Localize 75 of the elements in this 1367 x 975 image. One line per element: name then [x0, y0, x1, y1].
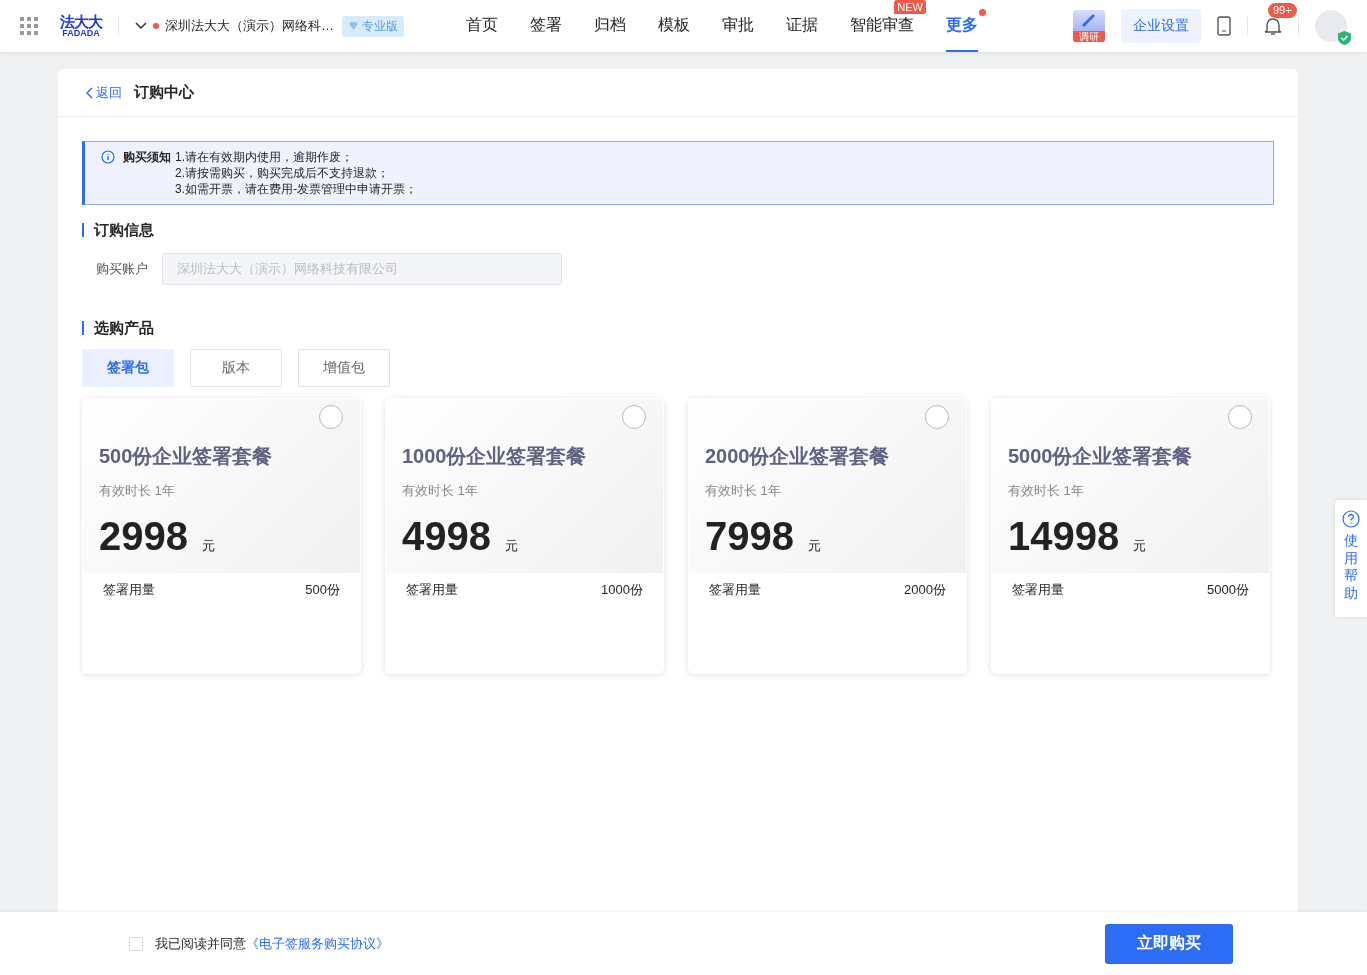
usage-label: 签署用量 — [1012, 581, 1064, 599]
help-tab[interactable]: 使用帮助 — [1335, 500, 1367, 617]
validity-text: 有效时长 1年 — [99, 482, 176, 500]
help-label: 使用帮助 — [1344, 532, 1358, 602]
logo[interactable]: 法大大 FADADA — [60, 14, 102, 38]
diamond-icon — [348, 21, 359, 31]
notice-line: 1.请在有效期内使用，逾期作废； — [175, 149, 354, 165]
nav-tab[interactable]: 审批 — [722, 16, 754, 52]
package-card[interactable]: 5000份企业签署套餐 有效时长 1年 14998 元 签署用量 5000份 — [991, 398, 1270, 674]
validity-text: 有效时长 1年 — [402, 482, 479, 500]
notice-line: 2.请按需购买，购买完成后不支持退款； — [175, 165, 390, 181]
nav-tab[interactable]: 首页 — [466, 16, 498, 52]
logo-subtext: FADADA — [62, 29, 100, 38]
page-title: 订购中心 — [134, 83, 194, 102]
nav-tab[interactable]: 证据 — [786, 16, 818, 52]
notice-line: 3.如需开票，请在费用-发票管理中申请开票； — [175, 181, 418, 197]
status-dot — [153, 23, 159, 29]
bell-button[interactable] — [1264, 16, 1282, 36]
info-icon — [101, 150, 115, 164]
new-badge: NEW — [894, 0, 926, 14]
agreement-link[interactable]: 《电子签服务购买协议》 — [246, 934, 389, 953]
help-icon — [1342, 510, 1360, 528]
usage-value: 5000份 — [1207, 581, 1249, 599]
price: 14998 — [1008, 514, 1120, 559]
chevron-down-icon — [135, 22, 147, 30]
product-tab[interactable]: 增值包 — [298, 349, 390, 387]
package-card[interactable]: 500份企业签署套餐 有效时长 1年 2998 元 签署用量 500份 — [82, 398, 361, 674]
usage-value: 500份 — [305, 581, 340, 599]
package-card[interactable]: 1000份企业签署套餐 有效时长 1年 4998 元 签署用量 1000份 — [385, 398, 664, 674]
settings-button[interactable]: 企业设置 — [1121, 9, 1201, 43]
price-unit: 元 — [808, 537, 821, 555]
bell-icon — [1264, 16, 1282, 36]
product-tab[interactable]: 签署包 — [82, 349, 174, 387]
company-switcher[interactable]: 深圳法大大（演示）网络科… — [135, 17, 334, 35]
package-title: 2000份企业签署套餐 — [705, 444, 891, 469]
app-grid-icon[interactable] — [20, 17, 38, 35]
pen-icon — [1080, 13, 1096, 27]
price: 4998 — [402, 514, 491, 559]
nav-tab[interactable]: 智能审查 — [850, 16, 914, 52]
shield-check-icon — [1338, 31, 1351, 45]
nav-tab[interactable]: 归档 — [594, 16, 626, 52]
nav-tab[interactable]: 更多 — [946, 16, 978, 52]
product-tab[interactable]: 版本 — [190, 349, 282, 387]
buy-button[interactable]: 立即购买 — [1105, 923, 1233, 964]
price-unit: 元 — [505, 537, 518, 555]
price: 7998 — [705, 514, 794, 559]
package-title: 1000份企业签署套餐 — [402, 444, 588, 469]
survey-label: 调研 — [1073, 31, 1105, 42]
agree-text: 我已阅读并同意 — [155, 934, 246, 953]
chevron-left-icon — [86, 86, 94, 99]
back-link[interactable]: 返回 — [86, 83, 122, 102]
package-title: 5000份企业签署套餐 — [1008, 444, 1194, 469]
nav-tab[interactable]: 签署 — [530, 16, 562, 52]
usage-value: 1000份 — [601, 581, 643, 599]
notification-count: 99+ — [1268, 3, 1297, 18]
usage-label: 签署用量 — [709, 581, 761, 599]
section-heading: 选购产品 — [82, 321, 1274, 335]
usage-value: 2000份 — [904, 581, 946, 599]
section-heading: 订购信息 — [82, 223, 1274, 237]
phone-icon[interactable] — [1217, 16, 1231, 36]
logo-text: 法大大 — [60, 14, 102, 29]
agree-checkbox[interactable] — [129, 936, 143, 951]
validity-text: 有效时长 1年 — [1008, 482, 1085, 500]
price-unit: 元 — [1133, 537, 1147, 555]
usage-label: 签署用量 — [103, 581, 155, 599]
package-card[interactable]: 2000份企业签署套餐 有效时长 1年 7998 元 签署用量 2000份 — [688, 398, 967, 674]
edition-badge: 专业版 — [342, 15, 404, 37]
usage-label: 签署用量 — [406, 581, 458, 599]
validity-text: 有效时长 1年 — [705, 482, 782, 500]
field-label: 购买账户 — [96, 260, 148, 278]
notice-title: 购买须知 — [123, 149, 171, 165]
price-unit: 元 — [202, 537, 215, 555]
nav-tab[interactable]: 模板 — [658, 16, 690, 52]
price: 2998 — [99, 514, 188, 559]
package-title: 500份企业签署套餐 — [99, 444, 274, 469]
